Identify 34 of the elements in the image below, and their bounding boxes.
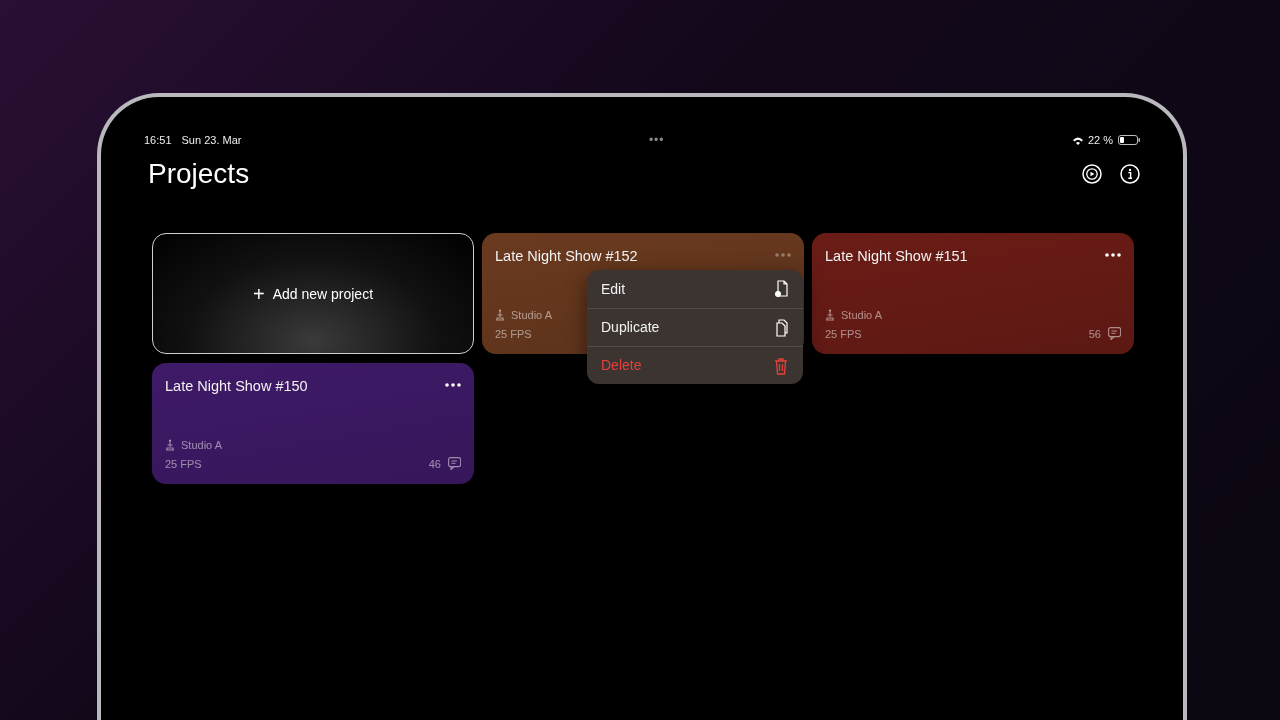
fps-label: 25 FPS: [495, 326, 532, 342]
battery-icon: [1118, 135, 1140, 145]
project-title: Late Night Show #150: [165, 377, 308, 396]
fps-label: 25 FPS: [825, 326, 862, 342]
project-card[interactable]: Late Night Show #151 Studio A 25 FPS 56: [812, 233, 1134, 354]
studio-label: Studio A: [181, 438, 222, 453]
status-time: 16:51: [144, 132, 172, 148]
menu-item[interactable]: Duplicate: [587, 308, 803, 346]
add-project-card[interactable]: + Add new project: [152, 233, 474, 354]
plus-icon: +: [252, 284, 265, 304]
page-title: Projects: [148, 157, 251, 191]
documents-icon: [773, 318, 789, 337]
menu-item[interactable]: Edit: [587, 270, 803, 308]
project-title: Late Night Show #152: [495, 247, 638, 266]
comment-icon: [1108, 327, 1121, 341]
studio-label: Studio A: [511, 308, 552, 323]
trash-icon: [773, 356, 789, 375]
add-project-label: Add new project: [272, 284, 374, 304]
info-icon[interactable]: [1120, 164, 1140, 184]
multitask-dots[interactable]: •••: [648, 133, 665, 147]
battery-percent: 22 %: [1087, 132, 1113, 148]
studio-label: Studio A: [841, 308, 882, 323]
wifi-icon: [1071, 135, 1084, 145]
project-title: Late Night Show #151: [825, 247, 968, 266]
joystick-icon: [165, 439, 175, 452]
comment-count: 56: [1088, 326, 1101, 342]
comment-count: 46: [428, 456, 441, 472]
comment-icon: [448, 457, 461, 471]
dial-icon[interactable]: [1082, 164, 1102, 184]
status-date: Sun 23. Mar: [181, 132, 242, 148]
project-card[interactable]: Late Night Show #150 Studio A 25 FPS 46: [152, 363, 474, 484]
joystick-icon: [495, 309, 505, 322]
fps-label: 25 FPS: [165, 456, 202, 472]
joystick-icon: [825, 309, 835, 322]
